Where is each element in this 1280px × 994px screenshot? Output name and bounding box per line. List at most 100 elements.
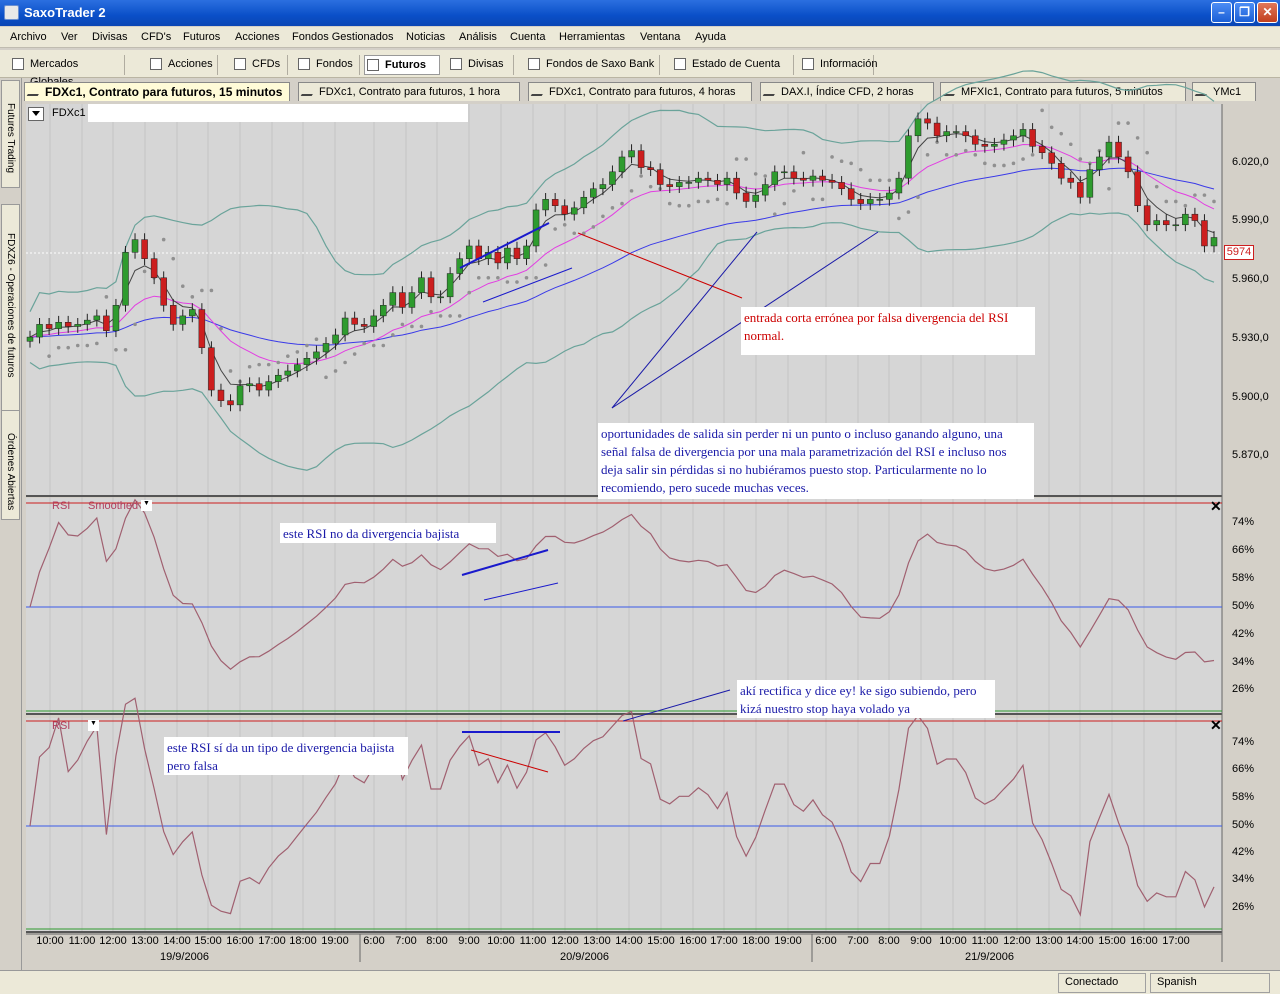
sar-dot [620, 201, 624, 206]
sar-dot [391, 333, 395, 337]
sar-dot [1174, 199, 1178, 204]
sar-dot [1154, 184, 1159, 189]
sar-dot [219, 326, 223, 331]
note-si-divergencia: este RSI sí da un tipo de divergencia ba… [164, 737, 408, 775]
close-icon[interactable]: ✕ [1210, 498, 1222, 515]
candle-body [150, 258, 158, 279]
sar-dot [400, 322, 405, 327]
sar-dot [725, 201, 729, 206]
rsi-tick: 42% [1232, 846, 1255, 858]
rsi-tick: 66% [1232, 763, 1255, 775]
rsi-tick: 58% [1232, 791, 1255, 803]
sar-dot [171, 256, 176, 261]
sar-dot [180, 284, 185, 289]
candle-body [437, 296, 444, 299]
close-icon[interactable]: ✕ [1210, 717, 1222, 734]
annotation-line [577, 232, 743, 299]
candle-body [666, 184, 673, 187]
candle-body [179, 315, 187, 325]
candle-body [781, 171, 788, 174]
time-tick: 17:00 [1162, 935, 1190, 947]
candle-body [227, 400, 234, 406]
candle-body [828, 180, 836, 183]
status-bar: Conectado Spanish [0, 970, 1280, 994]
rsi-tick: 74% [1232, 736, 1255, 748]
sar-dot [75, 343, 80, 348]
note-entrada: entrada corta errónea por falsa divergen… [741, 307, 1035, 355]
sar-dot [381, 343, 386, 348]
time-tick: 15:00 [647, 935, 675, 947]
sar-dot [305, 343, 309, 348]
sar-dot [343, 360, 347, 365]
candle-body [1210, 237, 1218, 247]
note-rectifica: akí rectifica y dice ey! ke sigo subiend… [737, 680, 995, 718]
candle-body [1086, 169, 1094, 198]
candle-body [609, 171, 616, 185]
candle-body [962, 131, 969, 137]
rsi-smoothed-tick: 74% [1232, 516, 1255, 528]
current-price-badge: 5974 [1224, 245, 1254, 260]
date-label: 19/9/2006 [160, 951, 209, 963]
candle-body [1077, 182, 1084, 198]
candle-body [905, 135, 912, 179]
candle-body [551, 199, 559, 206]
candle-body [380, 305, 387, 317]
sar-dot [572, 231, 577, 236]
candle-body [294, 364, 301, 372]
candle-body [1201, 220, 1208, 247]
sar-dot [1212, 199, 1216, 204]
chart-menu-button[interactable] [28, 107, 44, 121]
annotation-line [611, 231, 758, 409]
grid [49, 104, 1177, 932]
time-tick: 18:00 [742, 935, 770, 947]
candle-body [84, 319, 91, 325]
sar-dot [410, 324, 414, 329]
sar-dot [744, 157, 748, 161]
candle-body [733, 177, 740, 194]
candle-body [1191, 213, 1199, 221]
sar-dot [1068, 142, 1073, 147]
note-no-divergencia: este RSI no da divergencia bajista [280, 523, 496, 543]
sar-dot [247, 364, 252, 369]
sar-dot [438, 314, 443, 318]
candle-body [465, 245, 473, 259]
sar-dot [897, 216, 901, 221]
sar-dot [667, 201, 672, 206]
sar-dot [601, 214, 605, 219]
candle-body [1048, 152, 1055, 164]
price-tick: 6.020,0 [1232, 156, 1269, 168]
sar-dot [515, 280, 519, 284]
sar-dot [200, 288, 204, 293]
time-tick: 6:00 [363, 935, 385, 947]
rsi-smoothed-tick: 26% [1232, 683, 1255, 695]
candle-body [341, 317, 349, 336]
time-tick: 6:00 [815, 935, 837, 947]
sar-dot [687, 203, 691, 208]
sar-dot [830, 155, 834, 159]
sar-dot [801, 150, 806, 155]
sar-dot [906, 210, 911, 214]
sar-dot [1059, 131, 1064, 136]
sar-dot [610, 206, 615, 210]
sar-dot [811, 197, 815, 202]
sar-dot [1193, 193, 1197, 197]
time-tick: 10:00 [939, 935, 967, 947]
chevron-down-icon[interactable]: ▼ [88, 720, 99, 731]
sar-dot [543, 263, 548, 267]
candle-body [1029, 129, 1036, 147]
candles [26, 112, 1218, 412]
rsi-smoothed-tick: 34% [1232, 656, 1255, 668]
candle-body [1010, 135, 1017, 141]
language-status: Spanish [1150, 973, 1270, 993]
candle-body [637, 150, 645, 168]
annotation-line [461, 549, 549, 576]
sar-dot [457, 314, 462, 318]
candle-body [742, 192, 750, 202]
time-tick: 8:00 [878, 935, 900, 947]
sar-dot [639, 174, 643, 178]
chevron-down-icon[interactable]: ▼ [141, 500, 152, 511]
candle-body [847, 188, 855, 200]
candle-body [981, 144, 989, 147]
candle-body [198, 309, 206, 348]
time-tick: 11:00 [519, 935, 547, 947]
